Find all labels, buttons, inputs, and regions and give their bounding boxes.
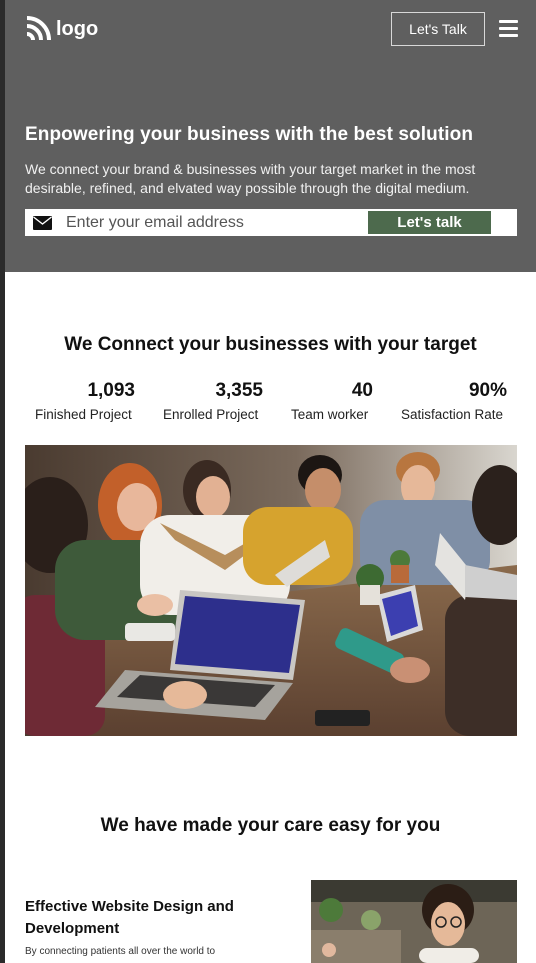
feature-title: Effective Website Design and Development (25, 898, 234, 937)
stat-label: Satisfaction Rate (401, 407, 504, 422)
doctor-photo (311, 880, 517, 963)
stat-value: 1,093 (87, 380, 135, 401)
feature-text: By connecting patients all over the worl… (25, 946, 216, 957)
stat-value: 40 (351, 380, 373, 401)
stat-label: Enrolled Project (163, 407, 259, 422)
hero-title: Enpowering your business with the best s… (25, 124, 474, 145)
stat-value: 3,355 (215, 380, 263, 401)
team-meeting-photo (25, 445, 517, 736)
stat-value: 90% (468, 380, 507, 401)
stat-label: Team worker (291, 407, 369, 422)
logo-icon (26, 16, 51, 41)
logo[interactable]: logo (25, 16, 98, 42)
stat-team-worker: 40 Team worker (291, 380, 373, 422)
lets-talk-submit-button[interactable]: Let's talk (368, 211, 491, 234)
stats-section-title: We Connect your businesses with your tar… (64, 334, 477, 355)
menu-icon[interactable] (499, 20, 518, 37)
hero-subtitle: We connect your brand & businesses with … (25, 161, 476, 196)
stat-label: Finished Project (35, 407, 132, 422)
mail-icon (33, 215, 52, 230)
email-signup-form: Let's talk (25, 209, 517, 236)
stat-enrolled-project: 3,355 Enrolled Project (163, 380, 263, 422)
hero-section: logo Let's Talk Enpowering your business… (5, 0, 536, 272)
email-input[interactable] (66, 213, 356, 232)
stat-satisfaction-rate: 90% Satisfaction Rate (401, 380, 507, 422)
logo-text: logo (56, 17, 99, 40)
care-section-title: We have made your care easy for you (100, 815, 441, 836)
lets-talk-button[interactable]: Let's Talk (391, 12, 485, 46)
stat-finished-project: 1,093 Finished Project (35, 380, 135, 422)
